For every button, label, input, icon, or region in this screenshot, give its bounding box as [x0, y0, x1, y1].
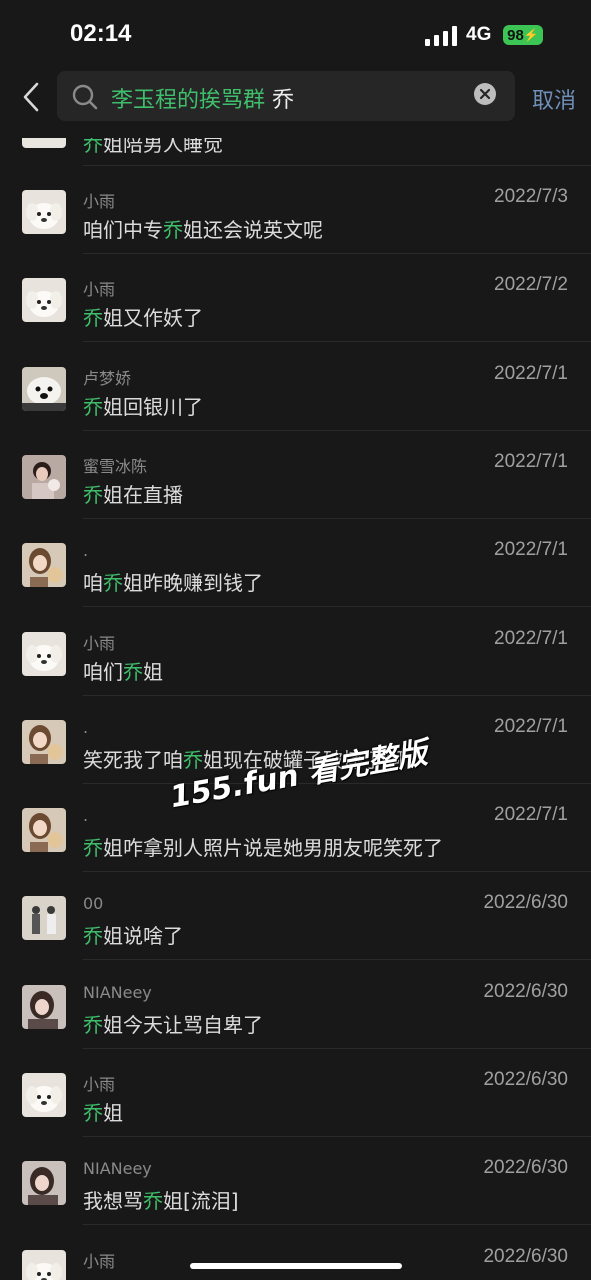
sender-name: . [83, 541, 89, 561]
cellular-signal-icon [425, 26, 457, 46]
avatar [22, 543, 66, 588]
search-header: 李玉程的挨骂群 乔 [0, 66, 591, 138]
avatar [22, 366, 66, 411]
status-time: 02:14 [70, 20, 132, 47]
message-date: 2022/7/1 [494, 450, 568, 472]
message-date: 2022/6/30 [483, 892, 568, 914]
message-text: 我想骂乔姐[流泪] [83, 1189, 239, 1214]
keyword-highlight: 乔 [83, 482, 103, 507]
avatar [22, 984, 66, 1029]
keyword-highlight: 乔 [163, 218, 183, 242]
sender-name: . [83, 717, 89, 737]
sender-name: 蜜雪冰陈 [83, 456, 148, 476]
message-text: 乔姐咋拿别人照片说是她男朋友呢笑死了 [83, 836, 443, 861]
list-item[interactable]: 蜜雪冰陈 2022/7/1 乔姐在直播 [0, 431, 591, 519]
sender-name: 00 [83, 894, 104, 914]
list-item[interactable]: 小雨 2022/6/30 乔姐 [0, 1049, 591, 1137]
battery-level: 98 [507, 26, 524, 44]
message-date: 2022/6/30 [483, 1245, 568, 1267]
list-item[interactable]: 小雨 2022/7/3 咱们中专乔姐还会说英文呢 [0, 166, 591, 254]
message-text: 乔姐又作妖了 [83, 306, 203, 331]
home-indicator[interactable] [190, 1263, 402, 1269]
message-text: 乔姐今天让骂自卑了 [83, 1012, 263, 1037]
avatar [22, 896, 66, 941]
keyword-highlight: 乔 [83, 394, 103, 419]
avatar [22, 719, 66, 764]
avatar [22, 808, 66, 853]
search-chat-tag: 李玉程的挨骂群 [111, 88, 266, 113]
message-date: 2022/6/30 [483, 1157, 568, 1179]
list-item[interactable]: 小雨 2022/7/1 咱们乔姐 [0, 608, 591, 696]
avatar [22, 278, 66, 323]
message-date: 2022/7/2 [494, 274, 568, 296]
message-text: 乔姐回银川了 [83, 394, 203, 419]
avatar [22, 1073, 66, 1117]
keyword-highlight: 乔 [123, 659, 143, 684]
search-input[interactable]: 李玉程的挨骂群 乔 [57, 71, 515, 121]
message-text: 咱乔姐昨晚赚到钱了 [83, 571, 263, 596]
sender-name: 卢梦娇 [83, 368, 132, 388]
sender-name: NIANeey [83, 1159, 152, 1179]
avatar [22, 631, 66, 676]
sender-name: 小雨 [83, 1075, 116, 1094]
keyword-highlight: 乔 [83, 306, 103, 331]
avatar [22, 1161, 66, 1206]
message-text: 咱们中专乔姐还会说英文呢 [83, 218, 323, 242]
list-item[interactable]: . 2022/7/1 乔姐咋拿别人照片说是她男朋友呢笑死了 [0, 784, 591, 873]
search-query: 李玉程的挨骂群 乔 [111, 82, 294, 114]
status-bar: 02:14 4G 98 ⚡ [0, 0, 591, 66]
list-item[interactable]: NIANeey 2022/6/30 我想骂乔姐[流泪] [0, 1137, 591, 1226]
list-item-partial[interactable]: 乔姐陪男人睡觉 [0, 138, 591, 166]
cancel-button[interactable]: 取消 [532, 83, 576, 115]
back-arrow-icon[interactable] [18, 80, 46, 114]
sender-name: 小雨 [83, 1251, 116, 1271]
list-item[interactable]: 小雨 2022/7/2 乔姐又作妖了 [0, 254, 591, 343]
avatar [22, 454, 66, 499]
search-icon [72, 84, 98, 110]
avatar [22, 1249, 66, 1280]
sender-name: 小雨 [83, 280, 116, 300]
search-results-list: 乔姐陪男人睡觉 小雨 2022/7/3 咱们中专乔姐还会说英文呢 小雨 2022/7/2… [0, 138, 591, 1280]
message-date: 2022/6/30 [483, 980, 568, 1002]
message-text: 咱们乔姐 [83, 659, 163, 684]
clear-search-icon[interactable] [474, 83, 496, 105]
message-text: 乔姐说啥了 [83, 924, 183, 949]
message-date: 2022/7/3 [494, 186, 568, 207]
keyword-highlight: 乔 [83, 836, 103, 861]
keyword-highlight: 乔 [83, 1012, 103, 1037]
message-date: 2022/7/1 [494, 362, 568, 384]
message-text: 乔姐 [83, 1101, 123, 1125]
list-item[interactable]: . 2022/7/1 咱乔姐昨晚赚到钱了 [0, 519, 591, 608]
sender-name: NIANeey [83, 982, 152, 1002]
message-date: 2022/7/1 [494, 715, 568, 737]
battery-icon: 98 ⚡ [503, 25, 543, 45]
message-date: 2022/7/1 [494, 804, 568, 826]
network-type: 4G [466, 24, 492, 45]
search-keyword: 乔 [272, 88, 295, 113]
list-item[interactable]: 小雨 2022/6/30 [0, 1226, 591, 1280]
message-text: 乔姐陪男人睡觉 [83, 138, 223, 156]
sender-name: . [83, 806, 89, 826]
message-date: 2022/6/30 [483, 1069, 568, 1090]
avatar [22, 190, 66, 234]
keyword-highlight: 乔 [103, 571, 123, 596]
message-date: 2022/7/1 [494, 627, 568, 649]
list-item[interactable]: NIANeey 2022/6/30 乔姐今天让骂自卑了 [0, 961, 591, 1049]
avatar [22, 138, 66, 148]
message-text: 乔姐在直播 [83, 482, 183, 507]
sender-name: 小雨 [83, 192, 116, 211]
sender-name: 小雨 [83, 633, 116, 653]
keyword-highlight: 乔 [143, 1189, 163, 1214]
list-item[interactable]: 00 2022/6/30 乔姐说啥了 [0, 872, 591, 961]
list-item[interactable]: 卢梦娇 2022/7/1 乔姐回银川了 [0, 343, 591, 431]
keyword-highlight: 乔 [83, 924, 103, 949]
keyword-highlight: 乔 [83, 1101, 103, 1125]
message-date: 2022/7/1 [494, 539, 568, 561]
